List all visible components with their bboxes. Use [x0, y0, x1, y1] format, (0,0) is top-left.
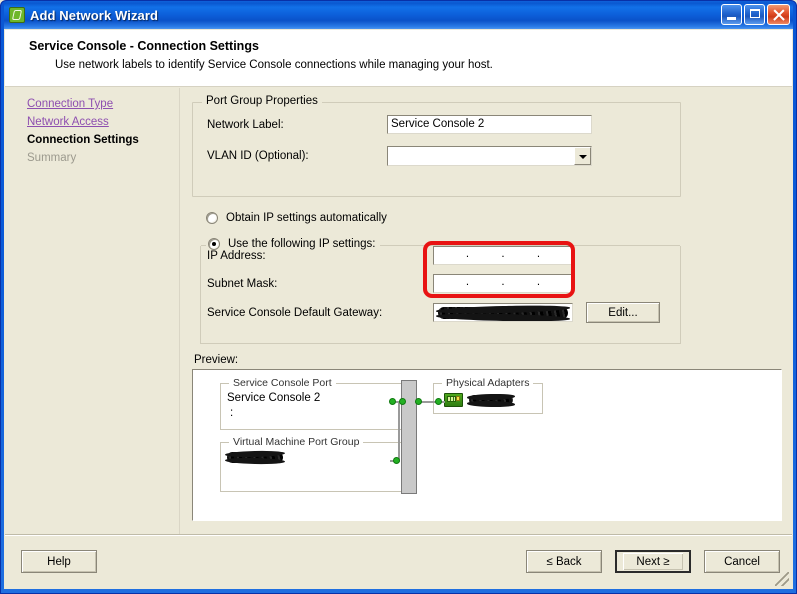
- vlan-id-combobox[interactable]: [387, 146, 592, 166]
- subnet-mask-caption: Subnet Mask:: [207, 277, 278, 290]
- use-following-ip-radio[interactable]: [208, 238, 220, 250]
- next-button-label: Next ≥: [623, 553, 683, 570]
- subnet-mask-input[interactable]: . . .: [433, 274, 573, 293]
- minimize-button[interactable]: [721, 4, 742, 25]
- page-subtitle: Use network labels to identify Service C…: [55, 59, 493, 71]
- window-controls: [721, 4, 790, 25]
- sidebar-item-summary: Summary: [27, 152, 77, 164]
- ip-dot-3: .: [536, 248, 541, 260]
- ip-address-caption: IP Address:: [207, 249, 266, 262]
- network-label-caption: Network Label:: [207, 118, 284, 131]
- gateway-row: Service Console Default Gateway: Edit...: [207, 302, 680, 323]
- wizard-client-area: Service Console - Connection Settings Us…: [4, 29, 793, 589]
- link-vm-vertical: [398, 402, 400, 461]
- close-button[interactable]: [767, 4, 790, 25]
- window-titlebar[interactable]: Add Network Wizard: [4, 1, 793, 29]
- node-switch-left: [399, 398, 406, 405]
- vlan-id-row: VLAN ID (Optional):: [207, 146, 680, 166]
- port-group-properties-legend: Port Group Properties: [202, 95, 322, 107]
- maximize-icon: [750, 9, 760, 18]
- window-title: Add Network Wizard: [30, 7, 159, 23]
- virtual-switch-bar: [401, 380, 417, 494]
- minimize-icon: [727, 17, 736, 20]
- use-following-ip-radio-row[interactable]: Use the following IP settings:: [206, 238, 381, 250]
- obtain-ip-automatically-radio[interactable]: [206, 212, 218, 224]
- wizard-footer: Help ≤ Back Next ≥ Cancel: [5, 534, 792, 588]
- preview-physical-adapter-name-redaction: [469, 395, 513, 405]
- port-group-properties-groupbox: Port Group Properties Network Label: Ser…: [192, 95, 681, 197]
- manual-ip-settings-groupbox: Use the following IP settings: IP Addres…: [200, 238, 681, 344]
- preview-physical-adapters-legend: Physical Adapters: [442, 377, 534, 389]
- preview-service-console-port-legend: Service Console Port: [229, 377, 336, 389]
- screenshot-root: Add Network Wizard Service Console - Con…: [0, 0, 797, 594]
- vlan-id-caption: VLAN ID (Optional):: [207, 150, 309, 162]
- gateway-redaction: [438, 307, 568, 319]
- preview-service-console-name: Service Console 2: [227, 392, 321, 404]
- node-switch-right: [415, 398, 422, 405]
- preview-label: Preview:: [194, 354, 239, 366]
- node-console-left: [389, 398, 396, 405]
- footer-divider: [5, 535, 792, 536]
- preview-service-console-detail: :: [230, 407, 234, 419]
- ip-dot-1: .: [465, 248, 470, 260]
- page-title: Service Console - Connection Settings: [29, 39, 259, 53]
- sidebar-item-connection-settings: Connection Settings: [27, 134, 139, 146]
- network-preview-panel: Service Console Port Service Console 2 :…: [192, 369, 782, 521]
- use-following-ip-label: Use the following IP settings:: [228, 238, 376, 250]
- mask-dot-1: .: [465, 276, 470, 288]
- gateway-input[interactable]: [433, 303, 573, 322]
- add-network-wizard-window: Add Network Wizard Service Console - Con…: [0, 0, 797, 594]
- ip-dot-2: .: [501, 248, 505, 260]
- cancel-button[interactable]: Cancel: [704, 550, 780, 573]
- obtain-ip-automatically-radio-row[interactable]: Obtain IP settings automatically: [206, 212, 784, 224]
- mask-dot-3: .: [536, 276, 541, 288]
- node-adapter: [435, 398, 442, 405]
- service-console-port-globe-icon: [373, 392, 390, 411]
- obtain-ip-automatically-label: Obtain IP settings automatically: [226, 212, 387, 224]
- wizard-body: Connection Type Network Access Connectio…: [5, 88, 792, 535]
- vlan-id-value: [388, 147, 574, 165]
- node-vm-left: [393, 457, 400, 464]
- back-button[interactable]: ≤ Back: [526, 550, 602, 573]
- wizard-steps-sidebar: Connection Type Network Access Connectio…: [5, 88, 180, 535]
- preview-vm-port-group-name-redaction: [227, 452, 283, 463]
- network-label-row: Network Label: Service Console 2: [207, 115, 680, 134]
- gateway-caption: Service Console Default Gateway:: [207, 306, 383, 319]
- physical-adapter-nic-icon: [444, 393, 463, 407]
- subnet-mask-row: Subnet Mask: . . .: [207, 274, 680, 293]
- ip-address-input[interactable]: . . .: [433, 246, 573, 265]
- sidebar-item-connection-type[interactable]: Connection Type: [27, 96, 179, 114]
- preview-vm-port-group-legend: Virtual Machine Port Group: [229, 436, 364, 448]
- network-label-input[interactable]: Service Console 2: [387, 115, 592, 134]
- help-button[interactable]: Help: [21, 550, 97, 573]
- mask-dot-2: .: [501, 276, 505, 288]
- edit-button[interactable]: Edit...: [586, 302, 660, 323]
- resize-grip[interactable]: [775, 572, 789, 586]
- next-button[interactable]: Next ≥: [615, 550, 691, 573]
- wizard-content: Port Group Properties Network Label: Ser…: [180, 88, 792, 535]
- vm-port-group-globe-icon: [373, 451, 390, 470]
- network-wizard-icon: [9, 7, 25, 23]
- chevron-down-icon[interactable]: [574, 147, 591, 165]
- wizard-header: Service Console - Connection Settings Us…: [5, 30, 792, 87]
- sidebar-item-network-access[interactable]: Network Access: [27, 114, 179, 132]
- maximize-button[interactable]: [744, 4, 765, 25]
